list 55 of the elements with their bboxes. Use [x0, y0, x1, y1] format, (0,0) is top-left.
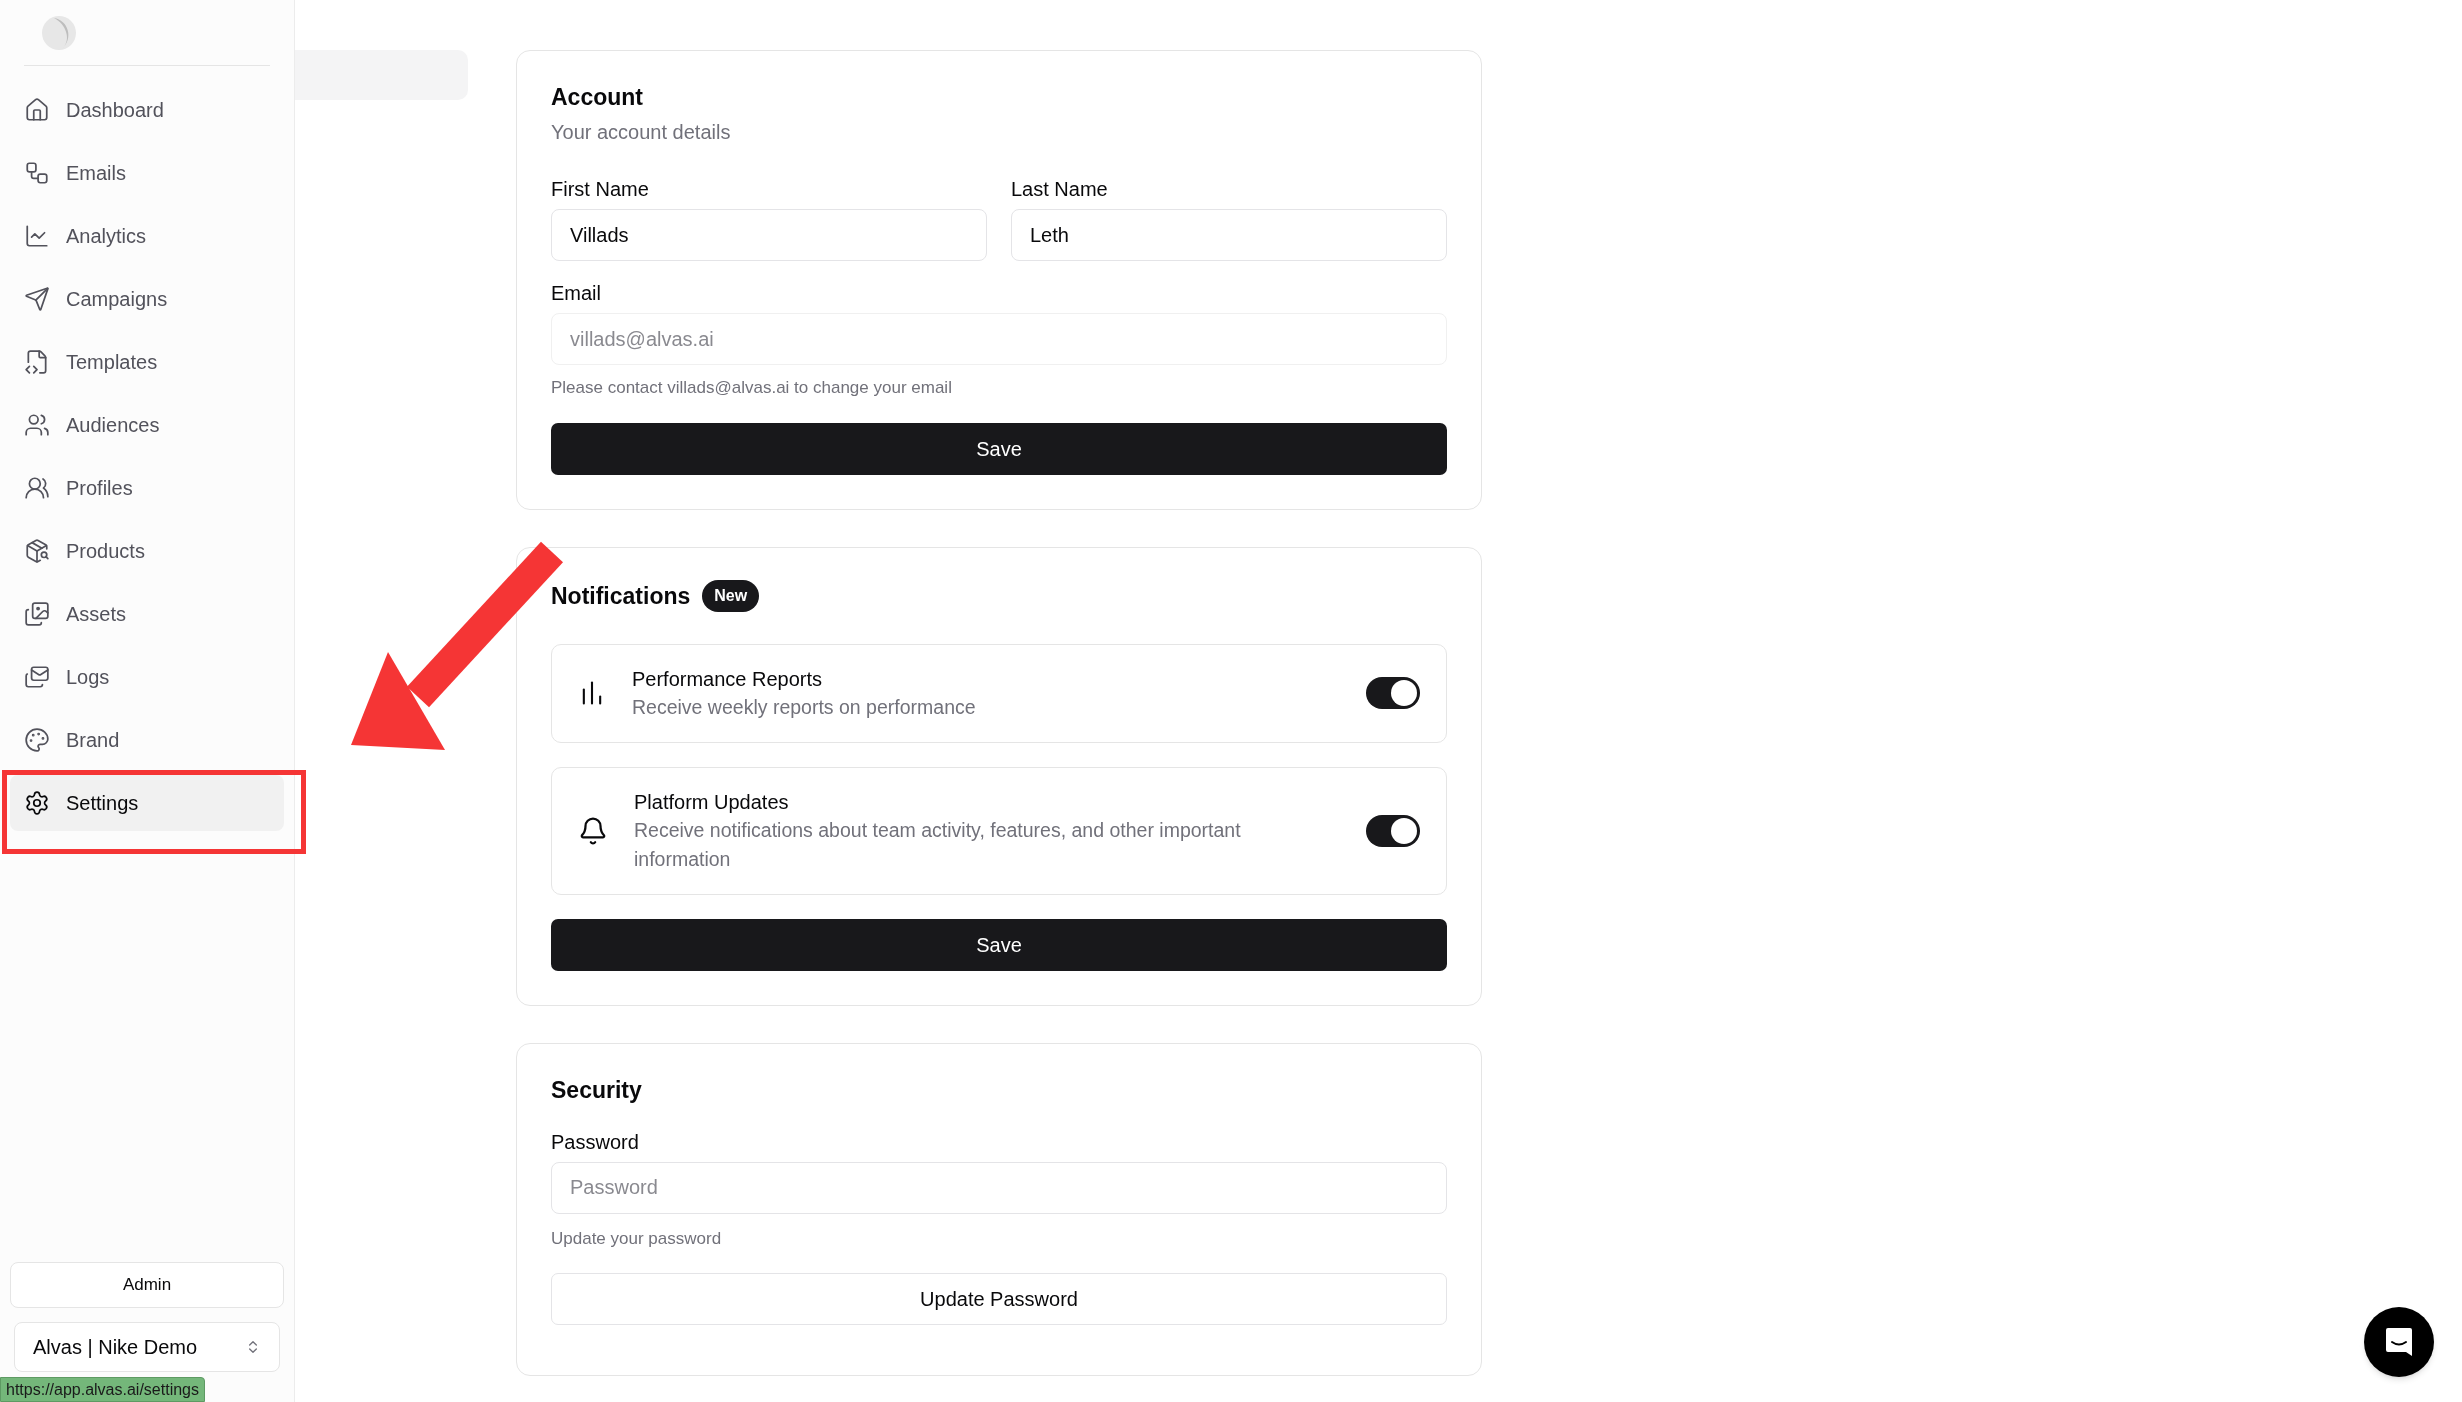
help-text: Please contact villads@alvas.ai to change your email	[551, 377, 953, 399]
save-button[interactable]: Save	[551, 422, 1447, 475]
notification-title: Performance Reports	[632, 666, 824, 692]
field-label: Email	[551, 281, 602, 305]
settings-icon	[24, 790, 50, 816]
chat-icon	[2384, 1326, 2414, 1358]
sidebar-item[interactable]: Settings	[10, 775, 284, 831]
notification-title: Platform Updates	[634, 789, 790, 815]
notification-description: Receive weekly reports on performance	[632, 694, 977, 720]
sidebar-item[interactable]: Emails	[10, 145, 284, 201]
toggle-switch[interactable]	[1366, 677, 1420, 709]
card-subtitle: Your account details	[551, 120, 732, 145]
new-badge: New	[702, 579, 760, 612]
sidebar-item[interactable]: Audiences	[10, 397, 284, 453]
email-field[interactable]: villads@alvas.ai	[551, 313, 1447, 365]
line-chart-icon	[24, 223, 50, 249]
text-field[interactable]: Leth	[1011, 209, 1447, 261]
sidebar-item[interactable]: Profiles	[10, 460, 284, 516]
house-icon	[24, 97, 50, 123]
sidebar-item[interactable]: Logs	[10, 649, 284, 705]
text-field[interactable]: Villads	[551, 209, 987, 261]
password-field[interactable]: Password	[551, 1161, 1447, 1214]
workspace-select[interactable]: Alvas | Nike Demo	[14, 1322, 280, 1372]
field-label: First Name	[551, 177, 650, 201]
notification-description: Receive notifications about team activity, features, and other important information	[634, 817, 1242, 872]
chat-button[interactable]	[2364, 1307, 2434, 1377]
users-icon	[24, 475, 50, 501]
bell-icon	[578, 815, 608, 846]
palette-icon	[24, 727, 50, 753]
logo-icon	[40, 13, 78, 52]
admin-button[interactable]: Admin	[10, 1262, 284, 1308]
status-url: https://app.alvas.ai/settings	[0, 1377, 205, 1402]
sidebar-item[interactable]: Templates	[10, 334, 284, 390]
help-text: Update your password	[551, 1227, 723, 1250]
package-search-icon	[24, 538, 50, 564]
card-title: Account	[551, 83, 644, 112]
users-icon	[24, 412, 50, 438]
sidebar-item[interactable]: Products	[10, 523, 284, 579]
linked-squares-icon	[24, 160, 50, 186]
sidebar-item[interactable]: Campaigns	[10, 271, 284, 327]
images-icon	[24, 601, 50, 627]
update-password-button[interactable]: Update Password	[551, 1273, 1447, 1325]
toggle-switch[interactable]	[1366, 814, 1420, 847]
send-icon	[24, 286, 50, 312]
field-label: Last Name	[1011, 177, 1109, 201]
sidebar-item[interactable]: Dashboard	[10, 82, 284, 138]
save-button[interactable]: Save	[551, 918, 1447, 971]
card-title: Security	[551, 1075, 643, 1105]
sidebar-item[interactable]: Assets	[10, 586, 284, 642]
card-title: Notifications	[551, 581, 691, 611]
sidebar-item[interactable]: Analytics	[10, 208, 284, 264]
code-file-icon	[24, 349, 50, 375]
field-label: Password	[551, 1129, 640, 1154]
mails-icon	[24, 664, 50, 690]
sidebar-item[interactable]: Brand	[10, 712, 284, 768]
